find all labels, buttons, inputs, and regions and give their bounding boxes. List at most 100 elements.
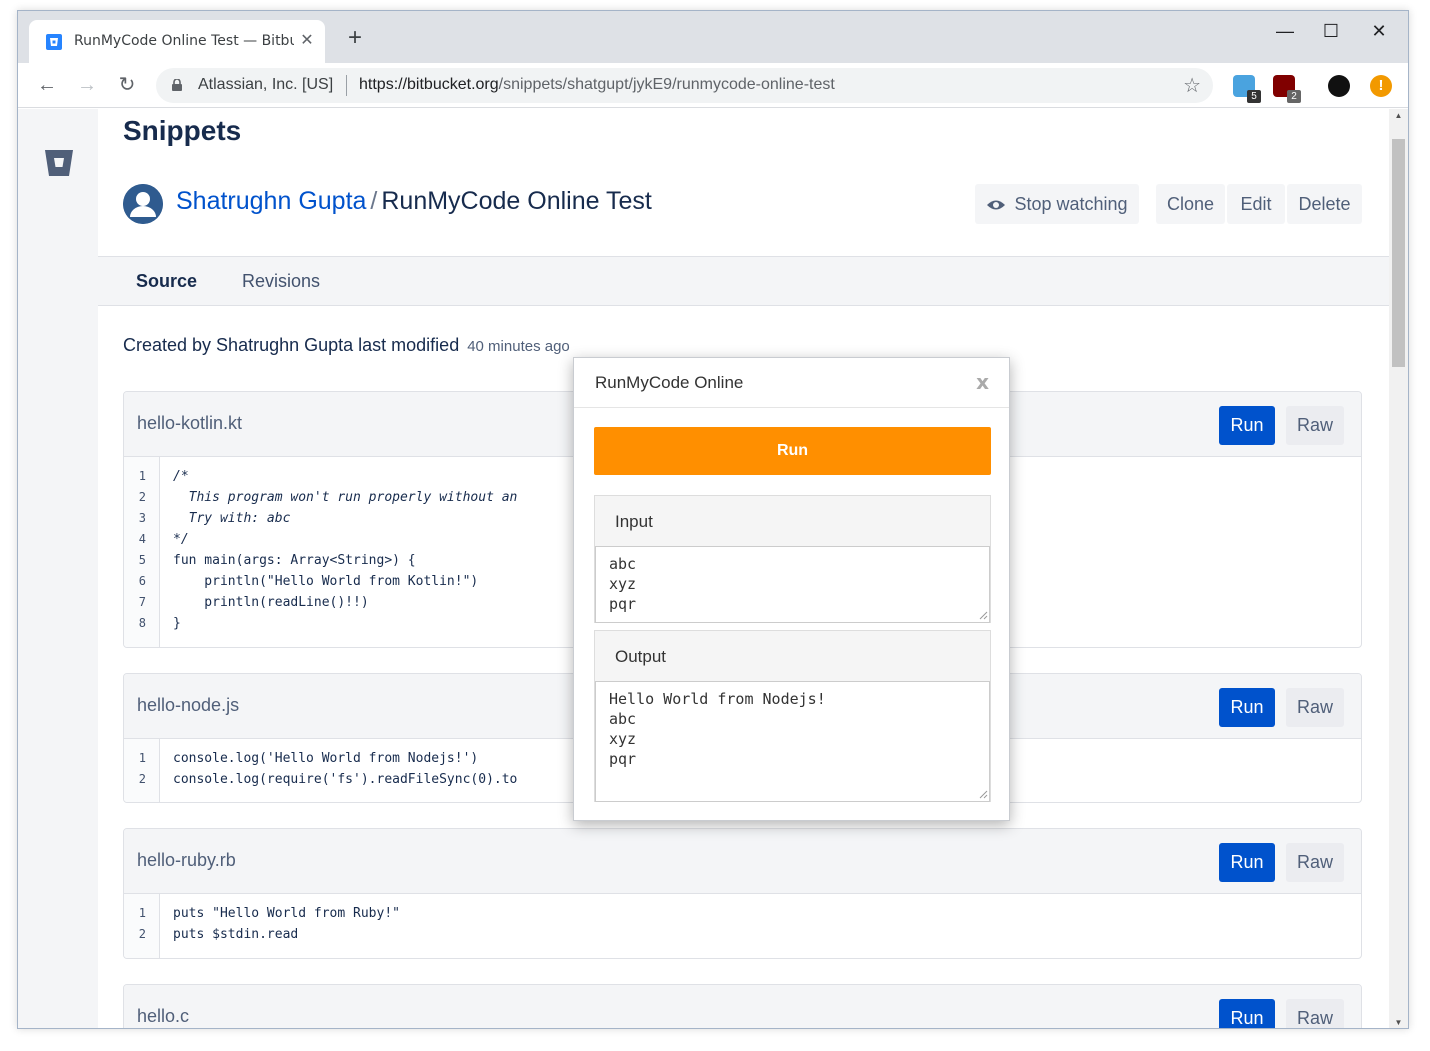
owner-link[interactable]: Shatrughn Gupta xyxy=(176,187,366,215)
page-title: Snippets xyxy=(123,115,242,146)
breadcrumb-separator: / xyxy=(370,187,378,215)
page-scrollbar[interactable]: ▲ ▼ xyxy=(1389,109,1408,1028)
lock-icon xyxy=(172,79,182,91)
site-identity: Atlassian, Inc. [US] xyxy=(198,76,334,93)
resize-grip-icon[interactable] xyxy=(979,790,988,799)
maximize-icon[interactable]: ☐ xyxy=(1308,19,1354,43)
snippet-name: RunMyCode Online Test xyxy=(381,187,652,215)
code-block: 1 puts "Hello World from Ruby!" 2 puts $st… xyxy=(124,894,1361,958)
browser-tab[interactable]: RunMyCode Online Test — Bitbucket ✕ xyxy=(29,20,325,63)
line-number: 7 xyxy=(138,595,146,609)
line-number: 2 xyxy=(138,927,146,941)
file-card: hello-ruby.rb Run Raw 1 puts "Hello World… xyxy=(123,828,1362,959)
stop-watching-button[interactable]: Stop watching xyxy=(975,184,1139,224)
dialog-run-button[interactable]: Run xyxy=(594,427,991,475)
update-alert-icon[interactable]: ! xyxy=(1370,75,1392,97)
run-button[interactable]: Run xyxy=(1219,688,1275,727)
code-line: println(readLine()!!) xyxy=(173,595,369,610)
extension-ghost-icon[interactable]: 5 xyxy=(1233,75,1261,103)
edit-button[interactable]: Edit xyxy=(1227,184,1285,224)
owner-avatar[interactable] xyxy=(123,184,163,224)
file-name[interactable]: hello.c xyxy=(137,1006,189,1027)
new-tab-icon[interactable]: + xyxy=(344,26,366,50)
code-line: } xyxy=(173,616,181,631)
bitbucket-favicon-icon xyxy=(46,34,62,50)
code-line: Try with: abc xyxy=(173,511,291,526)
raw-button[interactable]: Raw xyxy=(1286,406,1344,445)
dialog-title: RunMyCode Online xyxy=(595,373,744,392)
code-line: puts "Hello World from Ruby!" xyxy=(173,906,400,921)
tab-title: RunMyCode Online Test — Bitbucket xyxy=(74,33,294,49)
extension-badge: 5 xyxy=(1247,90,1261,103)
dialog-header: RunMyCode Online x xyxy=(574,358,1009,408)
meta-time: 40 minutes ago xyxy=(467,338,570,355)
line-number: 4 xyxy=(138,532,146,546)
clone-button[interactable]: Clone xyxy=(1156,184,1225,224)
scroll-up-icon[interactable]: ▲ xyxy=(1389,109,1408,123)
scrollbar-thumb[interactable] xyxy=(1392,139,1405,367)
output-textarea[interactable]: Hello World from Nodejs! abc xyz pqr xyxy=(595,681,990,802)
run-button[interactable]: Run xyxy=(1219,406,1275,445)
snippet-tabs: Source Revisions xyxy=(98,256,1389,306)
output-panel: Output Hello World from Nodejs! abc xyz … xyxy=(594,630,991,802)
profile-avatar-icon[interactable] xyxy=(1328,75,1350,97)
line-number: 2 xyxy=(138,490,146,504)
raw-button[interactable]: Raw xyxy=(1286,999,1344,1028)
line-number: 6 xyxy=(138,574,146,588)
delete-button[interactable]: Delete xyxy=(1287,184,1362,224)
stop-watching-label: Stop watching xyxy=(1014,194,1128,214)
code-line: println("Hello World from Kotlin!") xyxy=(173,574,479,589)
eye-icon xyxy=(987,200,1006,210)
code-line: puts $stdin.read xyxy=(173,927,299,942)
url-host: https://bitbucket.org xyxy=(359,76,499,93)
line-number: 1 xyxy=(138,906,146,920)
code-line: fun main(args: Array<String>) { xyxy=(173,553,416,568)
tab-strip: RunMyCode Online Test — Bitbucket ✕ + — … xyxy=(18,11,1408,63)
forward-icon[interactable]: → xyxy=(75,73,99,97)
run-button[interactable]: Run xyxy=(1219,843,1275,882)
input-panel: Input abc xyz pqr xyxy=(594,495,991,623)
file-card: hello.c Run Raw xyxy=(123,984,1362,1028)
dialog-close-icon[interactable]: x xyxy=(976,370,989,394)
file-name[interactable]: hello-node.js xyxy=(137,695,239,716)
bookmark-star-icon[interactable]: ☆ xyxy=(1183,73,1201,98)
line-number: 8 xyxy=(138,616,146,630)
file-name[interactable]: hello-kotlin.kt xyxy=(137,413,242,434)
address-separator xyxy=(346,75,347,96)
run-button[interactable]: Run xyxy=(1219,999,1275,1028)
resize-grip-icon[interactable] xyxy=(979,611,988,620)
tab-close-icon[interactable]: ✕ xyxy=(298,32,316,50)
bitbucket-logo-icon[interactable] xyxy=(44,149,74,177)
back-icon[interactable]: ← xyxy=(35,73,59,97)
address-bar[interactable]: Atlassian, Inc. [US] https://bitbucket.o… xyxy=(156,68,1213,103)
minimize-icon[interactable]: — xyxy=(1262,19,1308,43)
tab-revisions[interactable]: Revisions xyxy=(242,271,320,292)
code-line: console.log('Hello World from Nodejs!') xyxy=(173,751,479,766)
code-line: */ xyxy=(173,532,189,547)
snippet-meta: Created by Shatrughn Gupta last modified… xyxy=(123,335,570,356)
file-header: hello.c Run Raw xyxy=(124,985,1361,1028)
input-textarea[interactable]: abc xyz pqr xyxy=(595,546,990,623)
browser-toolbar: ← → ↻ Atlassian, Inc. [US] https://bitbu… xyxy=(18,63,1408,108)
url-path: /snippets/shatgupt/jykE9/runmycode-onlin… xyxy=(498,76,835,93)
breadcrumb: Shatrughn Gupta / RunMyCode Online Test xyxy=(176,187,652,216)
close-window-icon[interactable]: ✕ xyxy=(1356,19,1402,43)
runmycode-dialog: RunMyCode Online x Run Input abc xyz pqr… xyxy=(573,357,1010,821)
file-name[interactable]: hello-ruby.rb xyxy=(137,850,236,871)
extension-ublock-icon[interactable]: 2 xyxy=(1273,75,1301,103)
reload-icon[interactable]: ↻ xyxy=(115,73,139,97)
code-line: console.log(require('fs').readFileSync(0… xyxy=(173,772,518,787)
line-number: 5 xyxy=(138,553,146,567)
raw-button[interactable]: Raw xyxy=(1286,843,1344,882)
line-number: 2 xyxy=(138,772,146,786)
line-number: 1 xyxy=(138,469,146,483)
user-avatar-icon xyxy=(123,184,163,224)
raw-button[interactable]: Raw xyxy=(1286,688,1344,727)
output-label: Output xyxy=(615,647,667,666)
tab-source[interactable]: Source xyxy=(136,271,197,292)
url-text[interactable]: https://bitbucket.org/snippets/shatgupt/… xyxy=(359,76,835,94)
code-line: /* xyxy=(173,469,189,484)
scroll-down-icon[interactable]: ▼ xyxy=(1389,1016,1408,1028)
meta-text: Created by Shatrughn Gupta last modified xyxy=(123,335,460,355)
extension-badge: 2 xyxy=(1287,90,1301,103)
